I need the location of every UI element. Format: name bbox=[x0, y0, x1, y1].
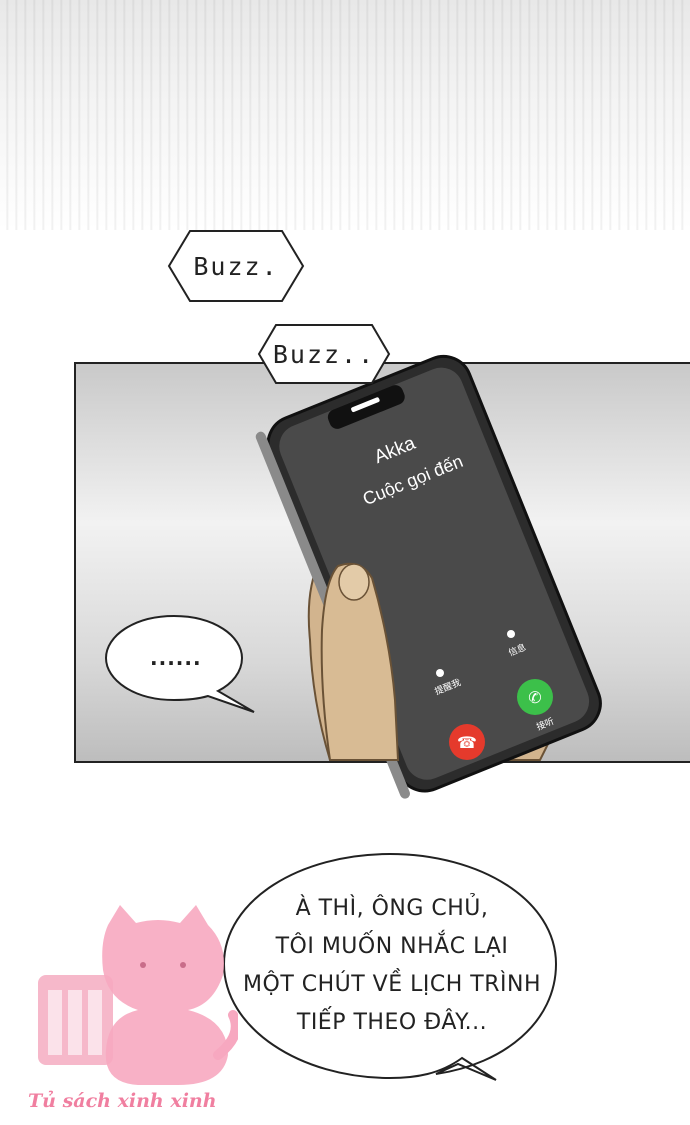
speech-line-2: TÔI MUỐN NHẮC LẠI bbox=[275, 934, 509, 959]
buzz-sfx-2: Buzz.. bbox=[256, 322, 392, 386]
buzz-text-2: Buzz.. bbox=[272, 339, 376, 369]
alarm-icon[interactable] bbox=[436, 669, 444, 677]
cat-icon bbox=[102, 905, 228, 1085]
book-2 bbox=[68, 990, 82, 1055]
message-icon[interactable] bbox=[507, 630, 515, 638]
cat-eye-right bbox=[180, 962, 186, 968]
book-3 bbox=[88, 990, 102, 1055]
silence-text: ...... bbox=[150, 646, 202, 670]
speech-text: À THÌ, ÔNG CHỦ, TÔI MUỐN NHẮC LẠI MỘT CH… bbox=[242, 890, 542, 1042]
speech-line-4: TIẾP THEO ĐÂY... bbox=[296, 1010, 488, 1035]
decline-phone-icon: ☎ bbox=[457, 733, 477, 752]
cat-bookshelf-logo bbox=[38, 905, 238, 1085]
thumbnail bbox=[338, 563, 370, 601]
watermark-text: Tủ sách xinh xinh bbox=[28, 1090, 217, 1112]
accept-phone-icon: ✆ bbox=[528, 688, 541, 707]
speech-line-3: MỘT CHÚT VỀ LỊCH TRÌNH bbox=[243, 972, 541, 997]
book-1 bbox=[48, 990, 62, 1055]
speech-line-1: À THÌ, ÔNG CHỦ, bbox=[295, 896, 489, 921]
cat-eye-left bbox=[140, 962, 146, 968]
